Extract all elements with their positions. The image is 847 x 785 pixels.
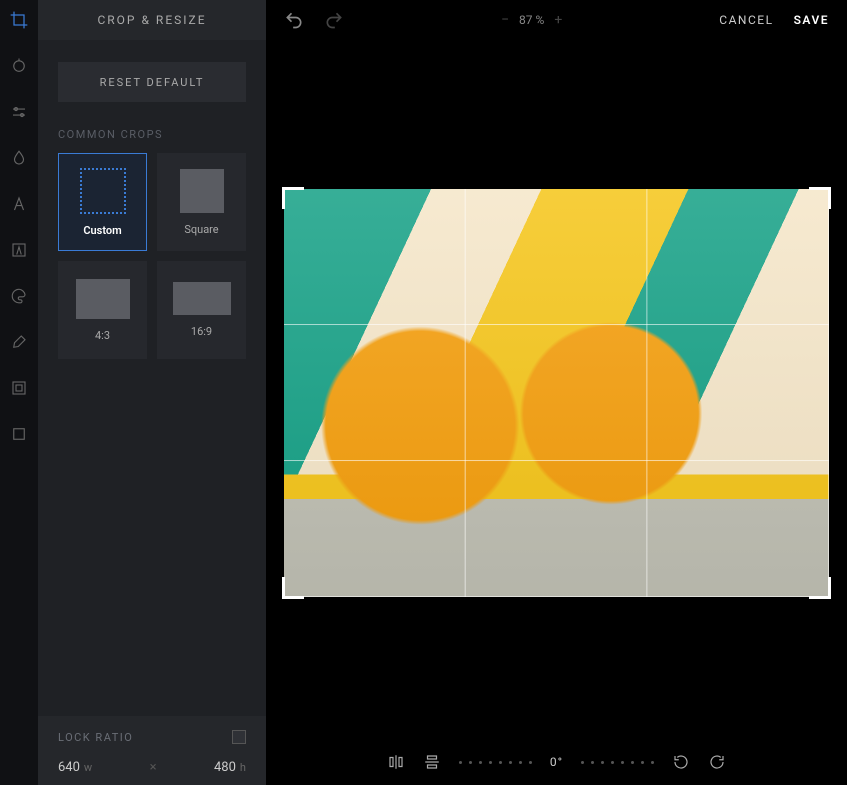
zoom-control: − 87 % + [501,12,562,28]
cancel-button[interactable]: CANCEL [719,13,773,27]
crop-option-custom[interactable]: Custom [58,153,147,251]
bottom-toolbar: 0° [266,745,847,779]
dimension-separator: × [150,760,157,775]
sliders-icon[interactable] [9,102,29,122]
flip-horizontal-button[interactable] [387,753,405,771]
rotate-right-button[interactable] [708,753,726,771]
canvas-area[interactable] [266,40,847,785]
image-preview [284,189,829,597]
width-input[interactable]: 640w [58,760,92,775]
crop-option-label: Square [184,223,218,236]
crop-handle-tr[interactable] [809,187,831,209]
crop-option-label: 4:3 [95,329,110,342]
crop-handle-tl[interactable] [282,187,304,209]
panel-title: CROP & RESIZE [38,0,266,40]
crop-panel: CROP & RESIZE RESET DEFAULT COMMON CROPS… [38,0,266,785]
undo-button[interactable] [284,10,304,30]
text-icon[interactable] [9,194,29,214]
tool-rail [0,0,38,785]
redo-button[interactable] [324,10,344,30]
crop-shape-icon [80,168,126,214]
brush-icon[interactable] [9,332,29,352]
droplet-icon[interactable] [9,148,29,168]
lock-ratio-area: LOCK RATIO 640w × 480h [38,716,266,785]
top-toolbar: − 87 % + CANCEL SAVE [266,0,847,40]
lock-ratio-label: LOCK RATIO [58,731,133,744]
zoom-in-button[interactable]: + [554,12,562,28]
crop-option-label: Custom [83,224,121,237]
crop-shape-icon [180,169,224,213]
crop-shape-icon [76,279,130,319]
save-button[interactable]: SAVE [794,13,829,27]
straighten-slider-right[interactable] [581,761,654,764]
frame-icon[interactable] [9,378,29,398]
straighten-slider-left[interactable] [459,761,532,764]
adjust-icon[interactable] [9,56,29,76]
crop-icon[interactable] [9,10,29,30]
zoom-out-button[interactable]: − [501,12,509,28]
crop-shape-icon [173,282,231,315]
crop-option-label: 16:9 [191,325,212,338]
crop-handle-br[interactable] [809,577,831,599]
crop-option-square[interactable]: Square [157,153,246,251]
crop-option-4-3[interactable]: 4:3 [58,261,147,359]
height-input[interactable]: 480h [214,760,246,775]
canvas-icon[interactable] [9,424,29,444]
zoom-value: 87 % [519,13,544,27]
flip-vertical-button[interactable] [423,753,441,771]
crop-option-16-9[interactable]: 16:9 [157,261,246,359]
rotation-angle: 0° [550,755,563,769]
lock-ratio-checkbox[interactable] [232,730,246,744]
text2-icon[interactable] [9,240,29,260]
crop-frame[interactable] [284,189,829,597]
common-crops-label: COMMON CROPS [38,128,266,153]
editor-stage: − 87 % + CANCEL SAVE 0° [266,0,847,785]
rotate-left-button[interactable] [672,753,690,771]
palette-icon[interactable] [9,286,29,306]
crop-handle-bl[interactable] [282,577,304,599]
reset-default-button[interactable]: RESET DEFAULT [58,62,246,102]
crop-grid: Custom Square 4:3 16:9 [38,153,266,359]
